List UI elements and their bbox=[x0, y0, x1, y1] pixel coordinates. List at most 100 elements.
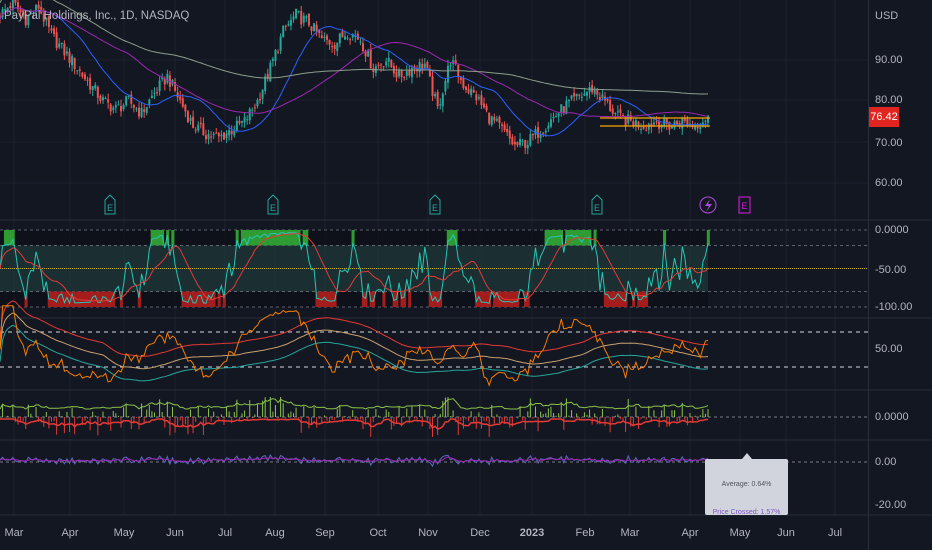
candle-body bbox=[184, 104, 187, 112]
candle-body bbox=[53, 28, 56, 35]
hist-bar bbox=[311, 417, 313, 424]
candle-body bbox=[421, 63, 424, 69]
candle-body bbox=[598, 97, 601, 100]
candle-body bbox=[328, 39, 331, 45]
hist-bar bbox=[516, 417, 518, 419]
candle-body bbox=[431, 76, 434, 96]
hist-bar bbox=[553, 412, 555, 417]
candle-body bbox=[529, 134, 532, 146]
candle-body bbox=[583, 93, 586, 96]
hist-bar bbox=[336, 408, 338, 417]
candle-body bbox=[405, 71, 408, 76]
candle-body bbox=[310, 26, 313, 31]
hist-bar bbox=[4, 416, 6, 418]
candle-body bbox=[647, 123, 650, 130]
hist-bar bbox=[71, 407, 73, 417]
candle-body bbox=[341, 31, 344, 38]
hist-bar bbox=[316, 417, 318, 428]
hist-bar bbox=[702, 409, 704, 417]
osc1-tick: -50.00 bbox=[875, 264, 907, 276]
hist-bar bbox=[326, 417, 328, 421]
hist-bar bbox=[166, 401, 168, 417]
hist-bar bbox=[689, 413, 691, 417]
hist-bar bbox=[568, 415, 570, 417]
candle-body bbox=[179, 96, 182, 100]
candle-body bbox=[531, 133, 534, 136]
candle-body bbox=[336, 42, 339, 51]
candle-body bbox=[166, 73, 169, 83]
hist-bar bbox=[560, 402, 562, 417]
hist-down-line bbox=[0, 418, 708, 430]
hist-bar bbox=[254, 414, 256, 417]
hist-bar bbox=[352, 410, 354, 417]
tooltip-average: Average: 0.64% bbox=[721, 481, 772, 488]
hist-bar bbox=[661, 410, 663, 417]
candle-body bbox=[552, 116, 555, 119]
candle-body bbox=[508, 130, 511, 139]
candle-body bbox=[596, 89, 599, 95]
time-tick: Feb bbox=[575, 527, 595, 539]
hist-bar bbox=[470, 411, 472, 417]
hist-bar bbox=[259, 417, 261, 419]
hist-bar bbox=[535, 406, 537, 417]
hist-bar bbox=[506, 417, 508, 421]
hist-bar bbox=[35, 406, 37, 417]
candle-body bbox=[284, 26, 287, 28]
hist-bar bbox=[483, 417, 485, 422]
candle-body bbox=[246, 119, 249, 121]
candle-body bbox=[71, 56, 74, 66]
candle-body bbox=[125, 96, 128, 106]
candle-body bbox=[261, 89, 264, 99]
candle-body bbox=[464, 86, 467, 90]
hist-bar bbox=[256, 404, 258, 417]
hist-bar bbox=[617, 414, 619, 417]
hist-bar bbox=[123, 407, 125, 417]
candle-body bbox=[588, 87, 591, 93]
candle-body bbox=[444, 80, 447, 92]
candle-body bbox=[83, 74, 86, 80]
candle-body bbox=[570, 95, 573, 99]
hist-bar bbox=[509, 417, 511, 428]
time-tick: Mar bbox=[620, 527, 640, 539]
hist-bar bbox=[339, 405, 341, 417]
candle-body bbox=[238, 120, 241, 124]
hist-bar bbox=[169, 417, 171, 436]
hist-bar bbox=[550, 406, 552, 417]
time-tick: May bbox=[729, 527, 751, 539]
candle-body bbox=[256, 99, 259, 107]
candle-body bbox=[380, 64, 383, 66]
hist-bar bbox=[251, 417, 253, 419]
candle-body bbox=[289, 19, 292, 26]
wr-overbought-fill bbox=[351, 230, 355, 246]
candle-body bbox=[544, 130, 547, 133]
osc1-tick: -100.00 bbox=[875, 301, 913, 313]
hist-bar bbox=[576, 413, 578, 417]
candle-body bbox=[264, 76, 267, 91]
chart-canvas[interactable]: EEEEE bbox=[0, 0, 932, 550]
hist-bar bbox=[61, 416, 63, 417]
hist-bar bbox=[679, 417, 681, 422]
earnings-label: E bbox=[107, 203, 113, 213]
candle-body bbox=[222, 132, 225, 140]
hist-bar bbox=[545, 413, 547, 417]
hist-bar bbox=[625, 417, 627, 433]
hist-bar bbox=[192, 417, 194, 434]
hist-bar bbox=[674, 410, 676, 417]
hist-bar bbox=[416, 417, 418, 420]
candle-body bbox=[642, 126, 645, 129]
hist-bar bbox=[547, 408, 549, 417]
candle-body bbox=[313, 23, 316, 31]
candle-body bbox=[253, 107, 256, 109]
symbol-legend[interactable]: PayPal Holdings, Inc., 1D, NASDAQ bbox=[4, 10, 189, 22]
candle-body bbox=[385, 61, 388, 66]
candle-body bbox=[259, 98, 262, 101]
hist-bar bbox=[58, 411, 60, 417]
candle-body bbox=[248, 108, 251, 121]
candle-body bbox=[101, 97, 104, 101]
hist-bar bbox=[388, 411, 390, 417]
hist-bar bbox=[589, 409, 591, 417]
hist-bar bbox=[264, 397, 266, 417]
osc1-tick: 0.0000 bbox=[875, 224, 909, 236]
hist-bar bbox=[305, 417, 307, 418]
candle-body bbox=[567, 99, 570, 102]
